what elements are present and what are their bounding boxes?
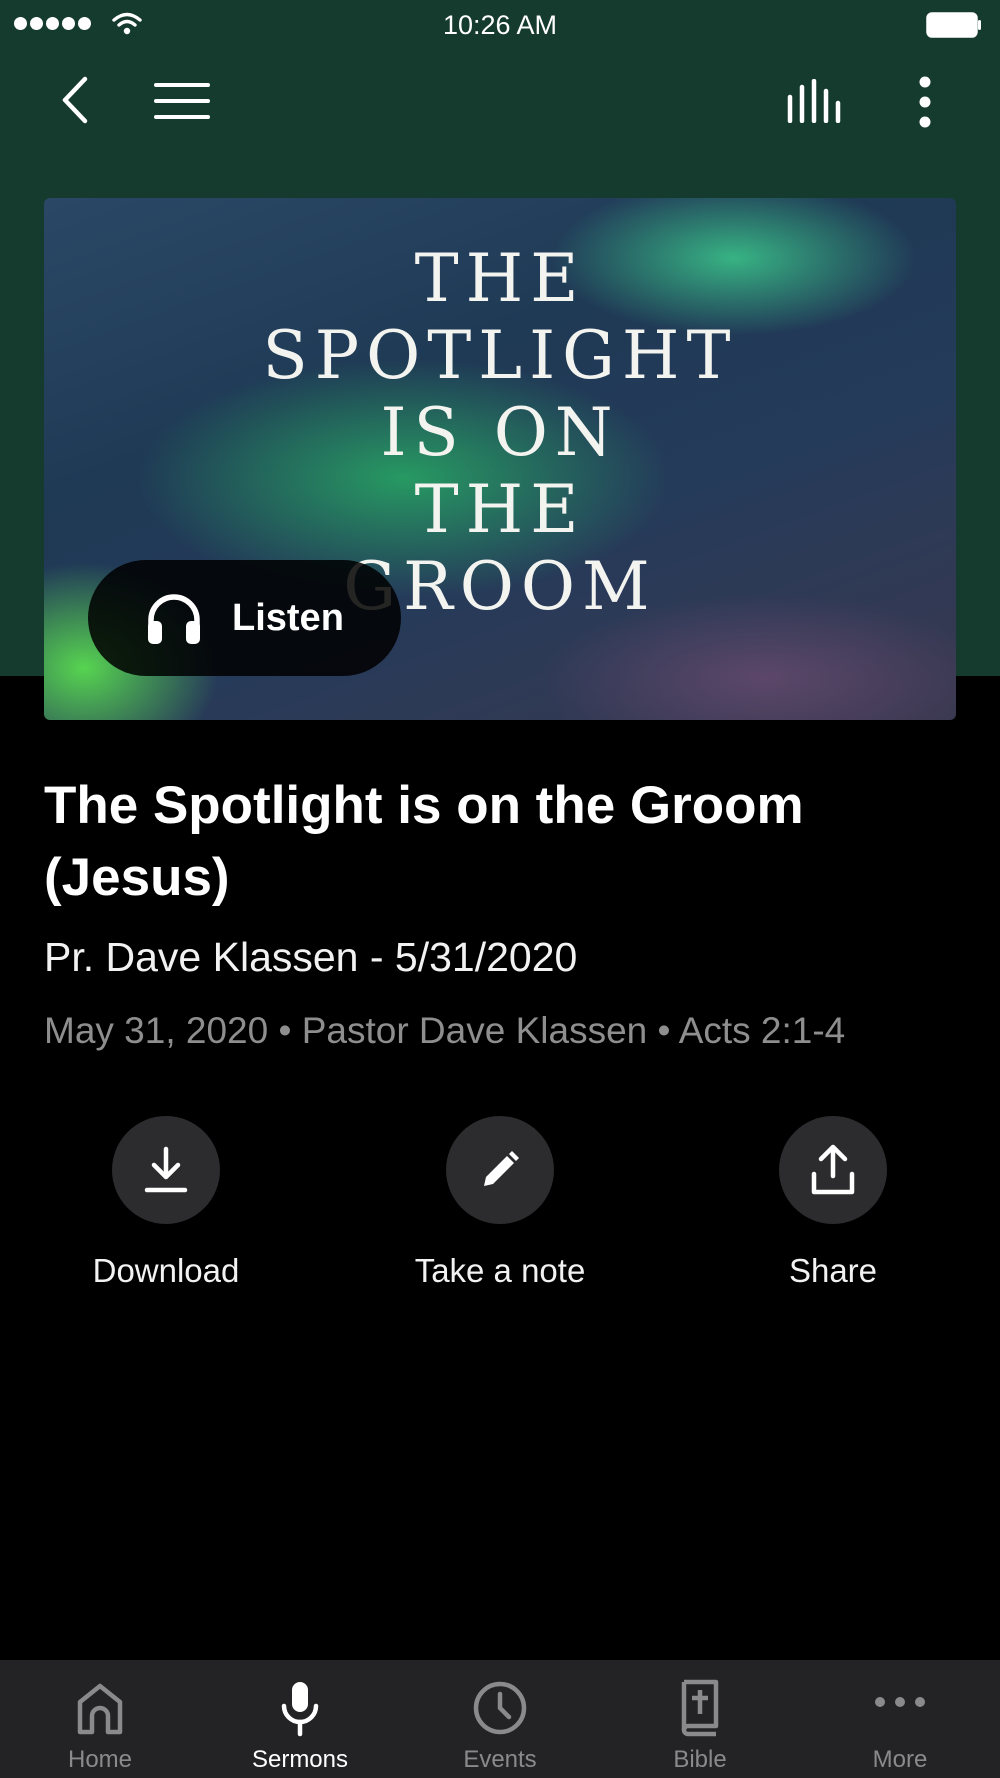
listen-label: Listen xyxy=(232,596,344,639)
tab-bible[interactable]: Bible xyxy=(600,1660,800,1778)
menu-button[interactable] xyxy=(150,78,214,124)
menu-icon xyxy=(154,83,210,119)
battery-icon xyxy=(926,12,981,38)
microphone-icon xyxy=(281,1682,319,1737)
tab-more-label: More xyxy=(872,1746,928,1773)
sermon-title: The Spotlight is on the Groom (Jesus) xyxy=(44,776,804,907)
take-note-button[interactable]: Take a note xyxy=(390,1116,610,1290)
tab-sermons-label: Sermons xyxy=(251,1746,349,1773)
download-circle xyxy=(112,1116,220,1224)
download-icon xyxy=(144,1146,188,1193)
back-button[interactable] xyxy=(50,72,100,128)
audio-button[interactable] xyxy=(782,76,848,126)
tab-home-label: Home xyxy=(67,1746,133,1773)
status-bar: 10:26 AM xyxy=(0,0,1000,50)
take-note-circle xyxy=(446,1116,554,1224)
tab-events[interactable]: Events xyxy=(400,1660,600,1778)
tab-events-label: Events xyxy=(463,1746,537,1773)
audio-bars-icon xyxy=(787,79,841,123)
pencil-icon xyxy=(484,1151,519,1186)
more-horizontal-icon xyxy=(875,1697,925,1707)
tab-home[interactable]: Home xyxy=(0,1660,200,1778)
tab-bible-label: Bible xyxy=(673,1746,727,1773)
share-circle xyxy=(779,1116,887,1224)
headphones-icon xyxy=(148,594,200,644)
tab-more[interactable]: More xyxy=(800,1660,1000,1778)
tab-bar: Home Sermons Events Bible More xyxy=(0,1660,1000,1778)
status-time: 10:26 AM xyxy=(442,10,558,40)
take-note-label: Take a note xyxy=(414,1252,586,1289)
bible-icon xyxy=(681,1679,719,1737)
back-icon xyxy=(62,76,88,124)
clock-icon xyxy=(473,1681,527,1735)
more-options-button[interactable] xyxy=(900,72,950,132)
sermon-subtitle: Pr. Dave Klassen - 5/31/2020 xyxy=(44,934,578,980)
share-button[interactable]: Share xyxy=(723,1116,943,1290)
more-vertical-icon xyxy=(919,76,931,128)
download-button[interactable]: Download xyxy=(56,1116,276,1290)
listen-button[interactable]: Listen xyxy=(88,560,401,676)
home-icon xyxy=(77,1683,123,1735)
download-label: Download xyxy=(92,1252,240,1289)
tab-sermons[interactable]: Sermons xyxy=(200,1660,400,1778)
share-label: Share xyxy=(788,1252,878,1289)
share-icon xyxy=(811,1144,855,1195)
sermon-meta: May 31, 2020 • Pastor Dave Klassen • Act… xyxy=(44,1010,846,1051)
